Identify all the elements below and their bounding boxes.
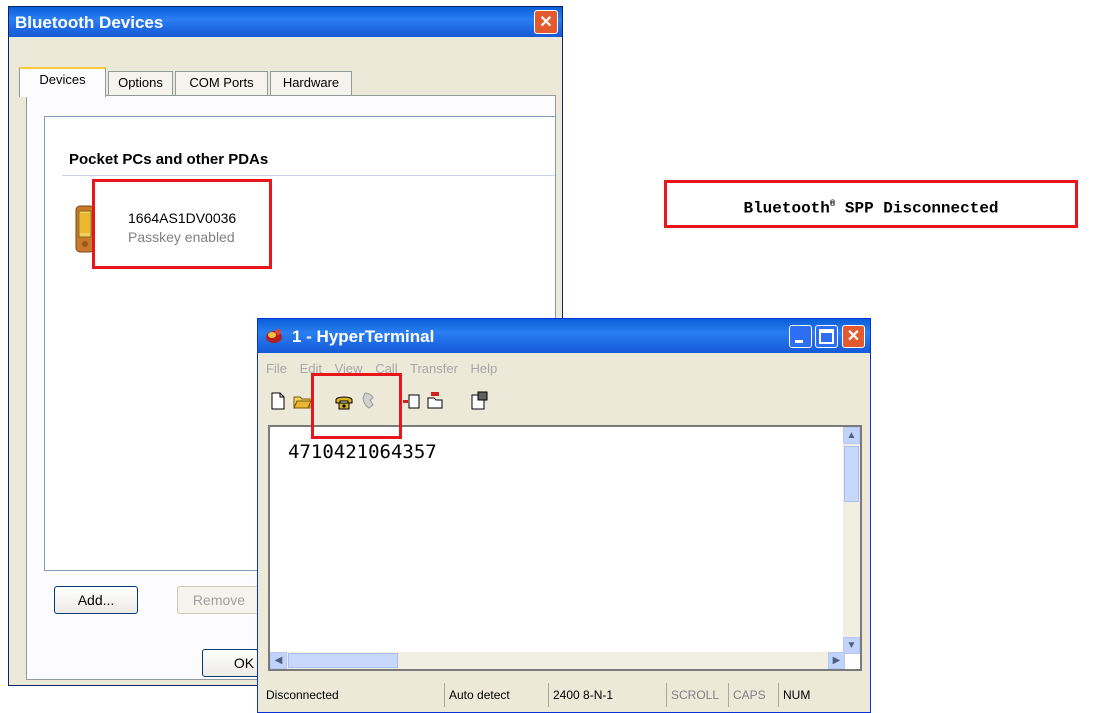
terminal-area[interactable]: 4710421064357 ▲ ▼ ◀ ▶ <box>268 425 862 671</box>
tab-options[interactable]: Options <box>108 71 173 95</box>
properties-icon[interactable] <box>469 391 489 411</box>
add-button[interactable]: Add... <box>54 586 138 614</box>
maximize-icon <box>819 329 834 344</box>
tab-devices[interactable]: Devices <box>19 67 106 97</box>
close-button[interactable]: ✕ <box>534 10 558 34</box>
open-icon[interactable] <box>292 391 312 411</box>
hyperterminal-title-bar[interactable]: 1 - HyperTerminal ✕ <box>258 319 870 353</box>
terminal-output: 4710421064357 <box>288 441 437 463</box>
group-header: Pocket PCs and other PDAs <box>69 151 269 168</box>
new-icon[interactable] <box>268 391 288 411</box>
horizontal-scrollbar[interactable]: ◀ ▶ <box>270 652 845 669</box>
device-highlight <box>92 179 272 269</box>
tab-com-ports[interactable]: COM Ports <box>175 71 268 95</box>
scroll-right-button[interactable]: ▶ <box>828 652 845 669</box>
send-icon[interactable] <box>402 391 422 411</box>
group-divider <box>62 175 555 176</box>
vertical-scrollbar[interactable]: ▲ ▼ <box>843 427 860 654</box>
status-connection: Disconnected <box>266 688 339 702</box>
receive-icon[interactable] <box>425 391 445 411</box>
annotation-brand: Bluetooth <box>743 199 830 218</box>
hyperterminal-app-icon <box>266 329 282 343</box>
horizontal-scroll-thumb[interactable] <box>288 653 398 668</box>
toolbar-highlight <box>311 373 402 439</box>
status-emulation: Auto detect <box>444 683 548 707</box>
maximize-button[interactable] <box>815 325 838 348</box>
scroll-down-button[interactable]: ▼ <box>843 637 860 654</box>
status-scroll: SCROLL <box>666 683 728 707</box>
status-num: NUM <box>778 683 818 707</box>
remove-button[interactable]: Remove <box>177 586 261 614</box>
dialog-title: Bluetooth Devices <box>15 13 164 32</box>
minimize-icon <box>795 340 803 343</box>
tab-hardware[interactable]: Hardware <box>270 71 352 95</box>
annotation-label: Bluetooth® SPP Disconnected <box>664 180 1078 228</box>
vertical-scroll-thumb[interactable] <box>844 446 859 502</box>
hyperterminal-title: 1 - HyperTerminal <box>292 327 435 346</box>
annotation-rest: SPP Disconnected <box>835 199 999 218</box>
minimize-button[interactable] <box>789 325 812 348</box>
hyperterminal-close-button[interactable]: ✕ <box>842 325 865 348</box>
menu-transfer[interactable]: Transfer <box>410 361 458 376</box>
dialog-title-bar[interactable]: Bluetooth Devices ✕ <box>9 7 562 37</box>
status-bar: Disconnected Auto detect 2400 8-N-1 SCRO… <box>262 681 866 709</box>
status-caps: CAPS <box>728 683 778 707</box>
scroll-left-button[interactable]: ◀ <box>270 652 287 669</box>
menu-help[interactable]: Help <box>471 361 498 376</box>
status-port-settings: 2400 8-N-1 <box>548 683 666 707</box>
menu-file[interactable]: File <box>266 361 287 376</box>
scroll-up-button[interactable]: ▲ <box>843 427 860 444</box>
